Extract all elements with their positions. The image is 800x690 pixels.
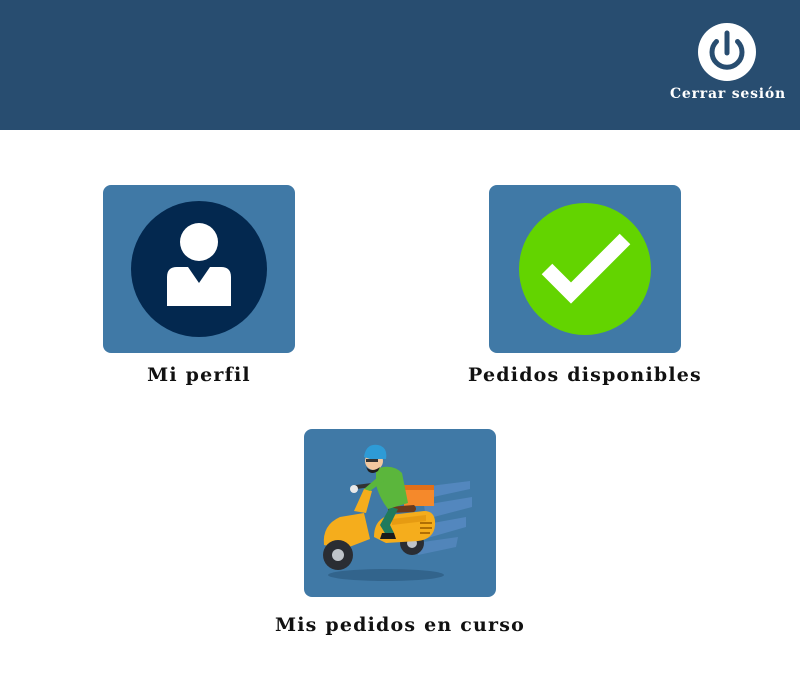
my-profile-tile[interactable]: [103, 185, 295, 353]
delivery-scooter-icon: [323, 444, 472, 581]
top-bar: Cerrar sesión: [0, 0, 800, 130]
logout-button[interactable]: Cerrar sesión: [668, 22, 788, 108]
current-orders-tile[interactable]: [304, 429, 496, 597]
current-orders-label[interactable]: Mis pedidos en curso: [200, 614, 600, 636]
logout-label: Cerrar sesión: [669, 86, 787, 102]
checkmark-icon: [519, 203, 651, 335]
available-orders-tile[interactable]: [489, 185, 681, 353]
user-icon: [131, 201, 267, 337]
my-profile-label[interactable]: Mi perfil: [49, 364, 349, 386]
power-icon: [698, 23, 756, 81]
available-orders-label[interactable]: Pedidos disponibles: [435, 364, 735, 386]
